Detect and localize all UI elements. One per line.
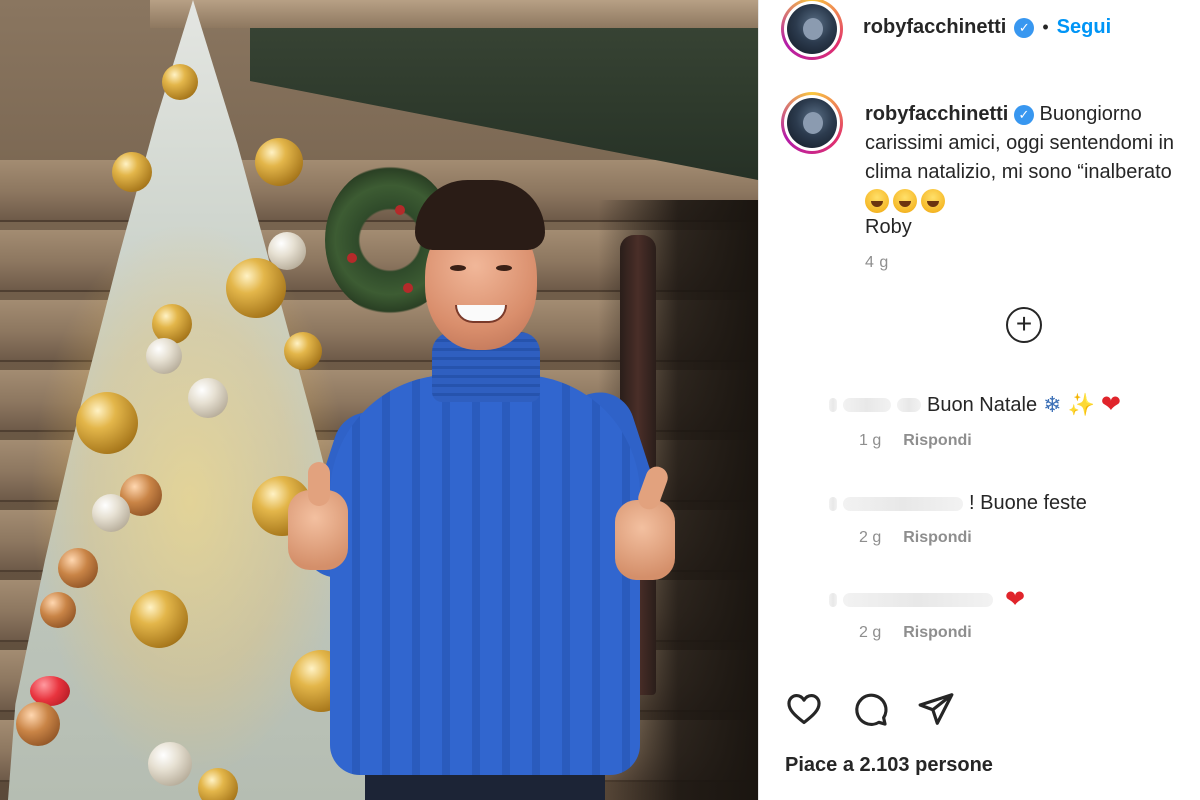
left-thumb	[308, 462, 330, 506]
header-avatar[interactable]	[781, 0, 843, 60]
red-heart-emoji-icon: ❤	[1005, 586, 1026, 613]
follow-button[interactable]: Segui	[1057, 16, 1111, 39]
ornament	[16, 702, 60, 746]
redacted-username	[843, 593, 993, 607]
redacted-username	[843, 496, 963, 511]
caption-avatar[interactable]	[781, 92, 843, 154]
comment-body: ! Buone feste	[829, 492, 1199, 515]
avatar-ring	[784, 95, 840, 151]
redacted-username	[829, 496, 837, 511]
heart-icon[interactable]	[785, 690, 823, 728]
ornament	[76, 392, 138, 454]
right-hand	[615, 500, 675, 580]
eye	[496, 265, 512, 271]
caption-username[interactable]: robyfacchinetti	[865, 103, 1008, 125]
header-username[interactable]: robyfacchinetti	[863, 16, 1006, 39]
avatar-ring	[784, 1, 840, 57]
redacted-username	[897, 398, 921, 412]
redacted-username	[843, 398, 891, 412]
ornament	[112, 152, 152, 192]
comment-timestamp[interactable]: 2 g	[859, 529, 881, 547]
ornament	[188, 378, 228, 418]
comment-meta: 1 g Rispondi	[859, 432, 1199, 450]
plus-circle-icon[interactable]: +	[1006, 307, 1042, 343]
verified-badge-icon: ✓	[1013, 104, 1034, 125]
share-icon[interactable]	[917, 690, 955, 728]
comment-icon[interactable]	[851, 690, 889, 728]
comment-text: ! Buone feste	[969, 492, 1087, 514]
caption-emojis	[865, 189, 1200, 213]
post-photo[interactable]	[0, 0, 758, 800]
caption-text-line1: Buongiorno	[1039, 103, 1142, 125]
comment-body: Buon Natale ❄ ✨ ❤	[829, 391, 1199, 418]
comment-item: ❤ 2 g Rispondi	[829, 586, 1199, 642]
redacted-username	[829, 398, 837, 412]
comment-item: ! Buone feste 2 g Rispondi	[829, 492, 1199, 547]
post-caption: robyfacchinetti ✓ Buongiorno carissimi a…	[865, 100, 1200, 277]
ornament	[40, 592, 76, 628]
header-separator: •	[1042, 17, 1049, 37]
post-sidebar: robyfacchinetti ✓ • Segui robyfacchinett…	[758, 0, 1200, 800]
ornament	[198, 768, 238, 800]
action-bar	[785, 690, 955, 728]
laughing-emoji-icon	[865, 189, 889, 213]
comment-timestamp[interactable]: 1 g	[859, 432, 881, 450]
laughing-emoji-icon	[893, 189, 917, 213]
hair	[415, 180, 545, 250]
ornament	[148, 742, 192, 786]
avatar-image	[787, 4, 837, 54]
reply-button[interactable]: Rispondi	[903, 432, 971, 450]
red-heart-emoji-icon: ❤	[1100, 391, 1122, 418]
ornament	[92, 494, 130, 532]
ornament	[146, 338, 182, 374]
eye	[450, 265, 466, 271]
comment-meta: 2 g Rispondi	[859, 624, 1199, 642]
caption-text-line2: carissimi amici, oggi sentendomi in	[865, 132, 1175, 154]
blue-sweater	[330, 375, 640, 775]
redacted-username	[829, 593, 837, 607]
caption-text-line3: clima natalizio, mi sono “inalberato	[865, 161, 1172, 183]
verified-badge-icon: ✓	[1014, 17, 1035, 38]
caption-timestamp[interactable]: 4 g	[865, 248, 1200, 277]
ornament	[130, 590, 188, 648]
sparkles-emoji-icon: ✨	[1067, 392, 1095, 417]
laughing-emoji-icon	[921, 189, 945, 213]
post-header: robyfacchinetti ✓ • Segui	[863, 16, 1111, 39]
ceiling-beam	[150, 0, 758, 28]
ornament	[58, 548, 98, 588]
comment-text: Buon Natale	[927, 393, 1038, 416]
comment-body: ❤	[829, 586, 1199, 613]
caption-signature: Roby	[865, 216, 912, 238]
reply-button[interactable]: Rispondi	[903, 624, 971, 642]
snowflake-emoji-icon: ❄	[1043, 392, 1062, 417]
likes-count[interactable]: Piace a 2.103 persone	[785, 754, 993, 777]
ornament	[255, 138, 303, 186]
person	[270, 180, 690, 800]
comment-item: Buon Natale ❄ ✨ ❤ 1 g Rispondi	[829, 391, 1199, 450]
reply-button[interactable]: Rispondi	[903, 529, 971, 547]
comment-meta: 2 g Rispondi	[859, 529, 1199, 547]
comment-timestamp[interactable]: 2 g	[859, 624, 881, 642]
avatar-image	[787, 98, 837, 148]
ornament	[162, 64, 198, 100]
